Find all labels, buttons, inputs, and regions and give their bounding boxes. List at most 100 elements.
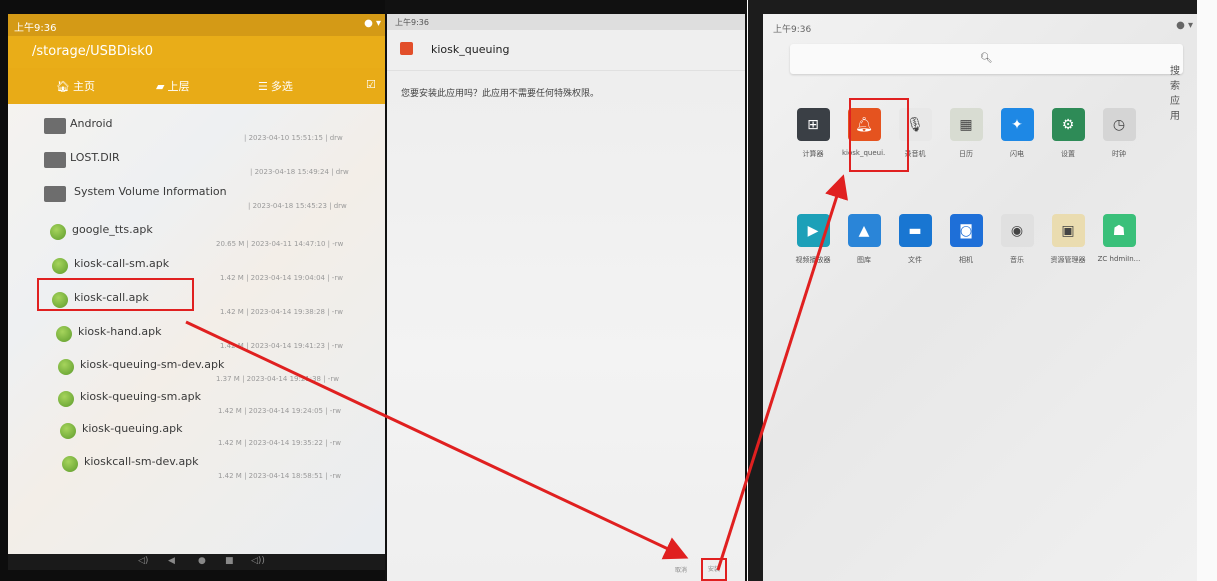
launcher-screen: 上午9:36 ● ▾ 🔍︎ 搜索应用 ⊞ 计算器 🔔︎ kiosk_queui... 🎙… — [763, 14, 1205, 581]
app-gallery[interactable]: ▲ 图库 — [842, 214, 886, 265]
folder-icon — [44, 186, 66, 202]
install-button[interactable]: 安装 — [701, 558, 727, 581]
app-folder[interactable]: ▬ 文件 — [893, 214, 937, 265]
back-icon[interactable]: ◀ — [168, 556, 175, 566]
wifi-icon: ● ▾ — [1176, 20, 1193, 31]
navigation-bar: ◁) ◀ ● ■ ◁)) — [8, 554, 385, 570]
file-name: kioskcall-sm-dev.apk — [84, 455, 199, 468]
clock-icon: ◷ — [1102, 108, 1136, 141]
status-bar: 上午9:36 ● ▾ — [8, 14, 385, 36]
up-button[interactable]: ▰ 上层 — [156, 78, 189, 94]
folder-icon — [44, 118, 66, 134]
edit-button[interactable]: ☑ — [366, 78, 376, 91]
file-row[interactable]: LOST.DIR | 2023-04-18 15:49:24 | drw — [8, 146, 385, 182]
app-camera[interactable]: ◙ 相机 — [944, 214, 988, 265]
apk-icon — [52, 258, 68, 274]
file-meta: | 2023-04-10 15:51:15 | drw — [244, 134, 343, 142]
app-calculator[interactable]: ⊞ 计算器 — [791, 108, 835, 159]
calendar-icon: ▦ — [949, 108, 983, 141]
app-label: ZC hdmiIn... — [1097, 255, 1141, 263]
file-row[interactable]: kiosk-queuing-sm.apk 1.42 M | 2023-04-14 … — [8, 385, 385, 421]
gear-icon: ⚙ — [1051, 108, 1085, 141]
file-name: google_tts.apk — [72, 223, 153, 236]
apk-icon — [50, 224, 66, 240]
file-name: LOST.DIR — [70, 151, 120, 164]
file-meta: 1.42 M | 2023-04-14 18:58:51 | -rw — [218, 472, 341, 480]
camera-icon: ◙ — [949, 214, 983, 247]
file-name: kiosk-queuing-sm-dev.apk — [80, 358, 225, 371]
file-meta: | 2023-04-18 15:49:24 | drw — [250, 168, 349, 176]
status-time: 上午9:36 — [395, 18, 429, 27]
file-meta: 1.42 M | 2023-04-14 19:04:04 | -rw — [220, 274, 343, 282]
app-clock[interactable]: ◷ 时钟 — [1097, 108, 1141, 159]
file-manager-photo: 上午9:36 ● ▾ /storage/USBDisk0 🏠︎ 主页 ▰ 上层 … — [0, 0, 385, 581]
file-meta: 20.65 M | 2023-04-11 14:47:10 | -rw — [216, 240, 344, 248]
app-icon — [400, 42, 413, 55]
home-button[interactable]: 🏠︎ 主页 — [56, 78, 95, 94]
current-path: /storage/USBDisk0 — [32, 44, 154, 59]
volume-down-icon[interactable]: ◁) — [138, 556, 148, 566]
up-label: 上层 — [167, 80, 190, 93]
recents-icon[interactable]: ■ — [225, 556, 234, 566]
multi-label: 多选 — [270, 80, 293, 93]
file-row[interactable]: kiosk-queuing.apk 1.42 M | 2023-04-14 19:… — [8, 417, 385, 453]
file-meta: | 2023-04-18 15:45:23 | drw — [248, 202, 347, 210]
app-label: 音乐 — [1010, 256, 1024, 264]
highlight-kiosk-call — [37, 278, 194, 311]
app-gear[interactable]: ⚙ 设置 — [1046, 108, 1090, 159]
app-label: 图库 — [857, 256, 871, 264]
cancel-button[interactable]: 取消 — [675, 565, 687, 574]
multi-select-button[interactable]: ☰ 多选 — [258, 78, 293, 94]
folder-up-icon: ▰ — [156, 79, 165, 93]
app-label: 设置 — [1061, 150, 1075, 158]
file-row[interactable]: kiosk-hand.apk 1.42 M | 2023-04-14 19:41:… — [8, 320, 385, 356]
app-label: 计算器 — [802, 150, 824, 158]
file-row[interactable]: google_tts.apk 20.65 M | 2023-04-11 14:47… — [8, 218, 385, 254]
app-music[interactable]: ◉ 音乐 — [995, 214, 1039, 265]
install-message: 您要安装此应用吗？此应用不需要任何特殊权限。 — [401, 89, 600, 99]
file-row[interactable]: System Volume Information | 2023-04-18 15… — [8, 180, 385, 216]
calculator-icon: ⊞ — [796, 108, 830, 141]
compass-icon: ✦ — [1000, 108, 1034, 141]
folder-icon: ▬ — [898, 214, 932, 247]
app-title: kiosk_queuing — [431, 43, 510, 56]
installer-screen: 上午9:36 kiosk_queuing 您要安装此应用吗？此应用不需要任何特殊… — [387, 14, 745, 581]
apk-icon — [56, 326, 72, 342]
file-row[interactable]: kiosk-queuing-sm-dev.apk 1.37 M | 2023-04… — [8, 353, 385, 389]
file-name: System Volume Information — [74, 185, 227, 198]
play-icon: ▶ — [796, 214, 830, 247]
app-label: 文件 — [908, 256, 922, 264]
app-search-bar[interactable]: 🔍︎ 搜索应用 — [790, 44, 1183, 122]
app-label: 视频播放器 — [795, 256, 831, 264]
home-icon: 🏠︎ — [56, 79, 70, 93]
app-label: 时钟 — [1112, 150, 1126, 158]
file-row[interactable]: kioskcall-sm-dev.apk 1.42 M | 2023-04-14 … — [8, 450, 385, 486]
installer-header: kiosk_queuing — [387, 30, 745, 71]
app-label: 闪电 — [1010, 150, 1024, 158]
status-bar: 上午9:36 ● ▾ — [763, 14, 1205, 36]
status-time: 上午9:36 — [14, 23, 57, 34]
music-icon: ◉ — [1000, 214, 1034, 247]
app-calendar[interactable]: ▦ 日历 — [944, 108, 988, 159]
file-name: kiosk-hand.apk — [78, 325, 162, 338]
volume-up-icon[interactable]: ◁)) — [251, 556, 265, 566]
right-margin — [1197, 0, 1217, 581]
app-compass[interactable]: ✦ 闪电 — [995, 108, 1039, 159]
launcher-photo: 上午9:36 ● ▾ 🔍︎ 搜索应用 ⊞ 计算器 🔔︎ kiosk_queui... 🎙… — [748, 0, 1217, 581]
apk-icon — [60, 423, 76, 439]
apk-icon — [62, 456, 78, 472]
edit-icon: ☑ — [366, 78, 376, 91]
file-name: kiosk-call-sm.apk — [74, 257, 170, 270]
app-play[interactable]: ▶ 视频播放器 — [791, 214, 835, 265]
home-nav-icon[interactable]: ● — [198, 556, 206, 566]
highlight-kiosk-queuing — [849, 98, 909, 172]
file-meta: 1.37 M | 2023-04-14 19:21:38 | -rw — [216, 375, 339, 383]
search-label: 🔍︎ 搜索应用 — [980, 53, 1180, 122]
app-android[interactable]: ☗ ZC hdmiIn... — [1097, 214, 1141, 263]
file-name: kiosk-queuing-sm.apk — [80, 390, 201, 403]
status-bar: 上午9:36 — [387, 14, 745, 30]
app-explorer[interactable]: ▣ 资源管理器 — [1046, 214, 1090, 265]
file-row[interactable]: Android | 2023-04-10 15:51:15 | drw — [8, 112, 385, 148]
apk-icon — [58, 391, 74, 407]
search-placeholder: 搜索应用 — [1170, 66, 1180, 122]
